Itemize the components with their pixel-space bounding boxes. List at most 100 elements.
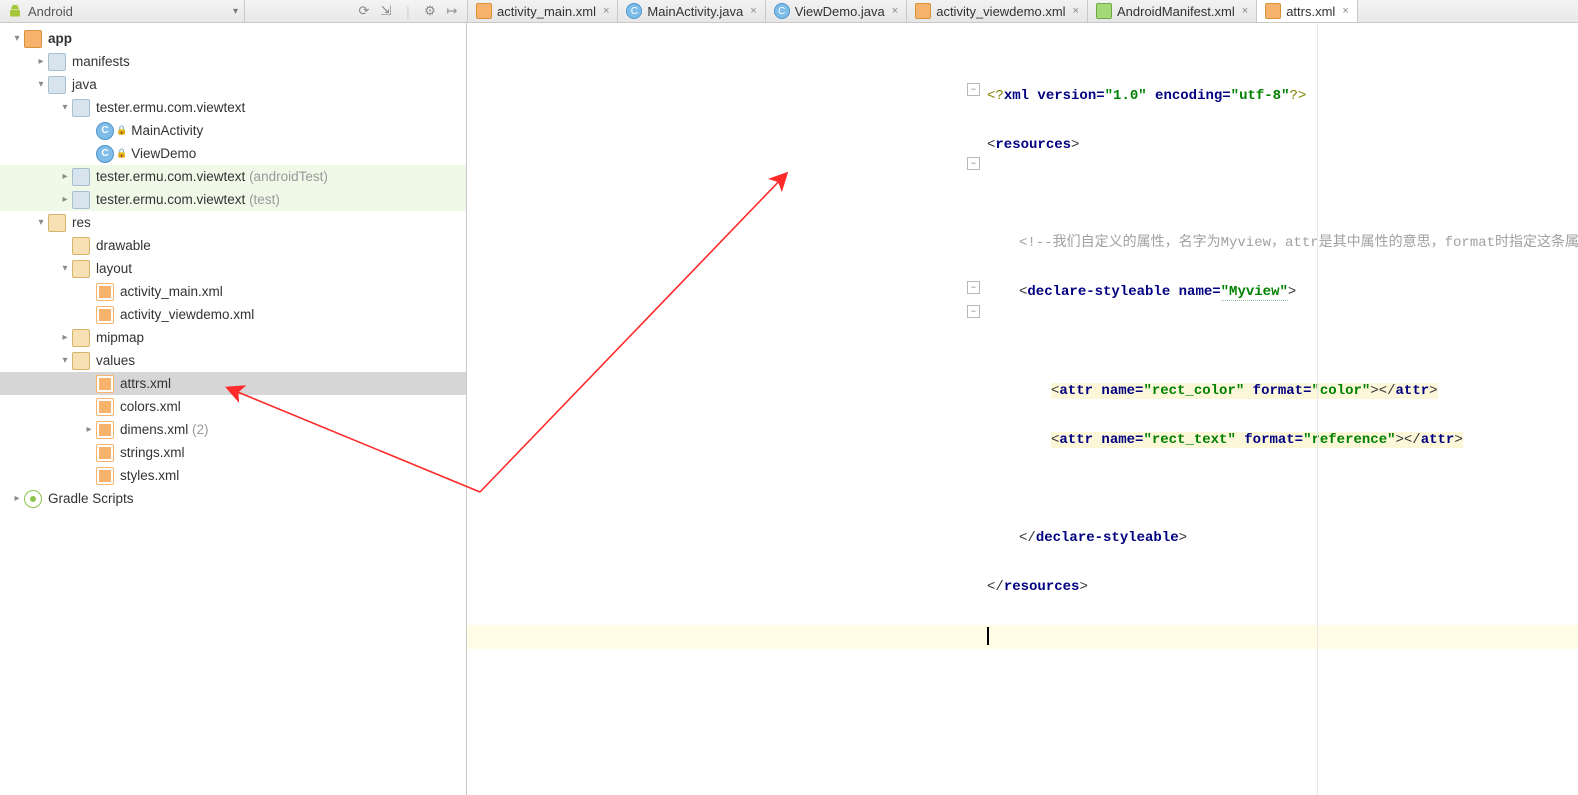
chevron-down-icon: ▾ — [10, 27, 24, 50]
tree-node-dimens[interactable]: ▸ dimens.xml (2) — [0, 418, 466, 441]
tab-main-activity[interactable]: C MainActivity.java × — [618, 0, 765, 22]
tree-label: activity_main.xml — [120, 280, 223, 303]
project-tree[interactable]: ▾app ▸manifests ▾java ▾tester.ermu.com.v… — [0, 23, 467, 795]
folder-icon — [72, 260, 90, 278]
tree-node-res[interactable]: ▾res — [0, 211, 466, 234]
tab-label: activity_viewdemo.xml — [936, 4, 1065, 19]
folder-icon — [72, 237, 90, 255]
xml-file-icon — [96, 421, 114, 439]
tab-manifest[interactable]: AndroidManifest.xml × — [1088, 0, 1257, 22]
tree-label: java — [72, 73, 97, 96]
tree-node-app[interactable]: ▾ app — [0, 27, 466, 50]
class-icon: C — [96, 122, 114, 140]
close-icon[interactable]: × — [1073, 5, 1079, 17]
module-selector[interactable]: Android ▾ — [0, 0, 245, 22]
tree-node-pkg-main[interactable]: ▾ tester.ermu.com.viewtext — [0, 96, 466, 119]
folder-icon — [72, 352, 90, 370]
tree-label: values — [96, 349, 135, 372]
module-icon — [24, 30, 42, 48]
tree-label: mipmap — [96, 326, 144, 349]
right-margin-guide — [1317, 23, 1318, 795]
package-icon — [72, 99, 90, 117]
tree-leaf-layout-main[interactable]: activity_main.xml — [0, 280, 466, 303]
tab-label: attrs.xml — [1286, 4, 1335, 19]
tree-label: tester.ermu.com.viewtext (androidTest) — [96, 165, 328, 188]
tree-node-manifests[interactable]: ▸manifests — [0, 50, 466, 73]
tree-leaf-colors[interactable]: colors.xml — [0, 395, 466, 418]
tree-label: MainActivity — [131, 119, 203, 142]
folder-icon — [72, 329, 90, 347]
folder-icon — [48, 76, 66, 94]
lock-icon: 🔒 — [116, 142, 127, 165]
close-icon[interactable]: × — [892, 5, 898, 17]
tab-label: activity_main.xml — [497, 4, 596, 19]
code-editor[interactable]: − − − − <?xml version="1.0" encoding="ut… — [467, 23, 1578, 795]
pin-icon[interactable]: ↦ — [443, 2, 461, 20]
top-toolbar: Android ▾ ⟳ ⇲ | ⚙ ↦ activity_main.xml × … — [0, 0, 1578, 23]
xml-file-icon — [96, 283, 114, 301]
gear-icon[interactable]: ⚙ — [421, 2, 439, 20]
tab-label: ViewDemo.java — [795, 4, 885, 19]
tree-label: styles.xml — [120, 464, 179, 487]
chevron-down-icon: ▾ — [58, 96, 72, 119]
chevron-right-icon: ▸ — [10, 487, 24, 510]
class-icon: C — [96, 145, 114, 163]
tree-node-layout[interactable]: ▾layout — [0, 257, 466, 280]
package-icon — [72, 191, 90, 209]
divider: | — [399, 2, 417, 20]
tree-leaf-styles[interactable]: styles.xml — [0, 464, 466, 487]
tab-activity-main[interactable]: activity_main.xml × — [468, 0, 618, 22]
tree-leaf-viewdemo[interactable]: C🔒ViewDemo — [0, 142, 466, 165]
res-folder-icon — [48, 214, 66, 232]
sync-icon[interactable]: ⟳ — [355, 2, 373, 20]
tree-label: app — [48, 27, 72, 50]
tree-leaf-attrs[interactable]: attrs.xml — [0, 372, 466, 395]
tree-node-java[interactable]: ▾java — [0, 73, 466, 96]
tab-label: MainActivity.java — [647, 4, 743, 19]
tree-label: ViewDemo — [131, 142, 196, 165]
chevron-down-icon: ▾ — [34, 211, 48, 234]
xml-file-icon — [915, 3, 931, 19]
xml-file-icon — [96, 375, 114, 393]
tree-label: attrs.xml — [120, 372, 171, 395]
tree-label: drawable — [96, 234, 151, 257]
package-icon — [72, 168, 90, 186]
tree-node-pkg-androidtest[interactable]: ▸tester.ermu.com.viewtext (androidTest) — [0, 165, 466, 188]
tree-leaf-mainactivity[interactable]: C🔒MainActivity — [0, 119, 466, 142]
chevron-down-icon: ▾ — [58, 349, 72, 372]
tree-leaf-strings[interactable]: strings.xml — [0, 441, 466, 464]
gradle-icon — [24, 490, 42, 508]
tree-label: strings.xml — [120, 441, 185, 464]
module-selector-label: Android — [28, 4, 73, 19]
chevron-right-icon: ▸ — [82, 418, 96, 441]
tree-node-mipmap[interactable]: ▸ mipmap — [0, 326, 466, 349]
xml-file-icon — [1265, 3, 1281, 19]
tab-activity-viewdemo[interactable]: activity_viewdemo.xml × — [907, 0, 1088, 22]
close-icon[interactable]: × — [1342, 5, 1348, 17]
tree-node-drawable[interactable]: drawable — [0, 234, 466, 257]
editor-tabs: activity_main.xml × C MainActivity.java … — [468, 0, 1578, 22]
tree-node-pkg-test[interactable]: ▸ tester.ermu.com.viewtext (test) — [0, 188, 466, 211]
collapse-icon[interactable]: ⇲ — [377, 2, 395, 20]
tree-label: dimens.xml (2) — [120, 418, 209, 441]
xml-file-icon — [96, 444, 114, 462]
xml-file-icon — [96, 467, 114, 485]
manifest-file-icon — [1096, 3, 1112, 19]
tree-node-values[interactable]: ▾ values — [0, 349, 466, 372]
xml-file-icon — [96, 398, 114, 416]
close-icon[interactable]: × — [1242, 5, 1248, 17]
chevron-down-icon: ▾ — [58, 257, 72, 280]
chevron-right-icon: ▸ — [58, 326, 72, 349]
chevron-down-icon: ▾ — [233, 6, 238, 17]
tab-view-demo[interactable]: C ViewDemo.java × — [766, 0, 908, 22]
tree-label: tester.ermu.com.viewtext — [96, 96, 245, 119]
close-icon[interactable]: × — [750, 5, 756, 17]
chevron-right-icon: ▸ — [58, 188, 72, 211]
close-icon[interactable]: × — [603, 5, 609, 17]
tree-leaf-layout-viewdemo[interactable]: activity_viewdemo.xml — [0, 303, 466, 326]
tree-label: Gradle Scripts — [48, 487, 134, 510]
tree-label: colors.xml — [120, 395, 181, 418]
tab-attrs[interactable]: attrs.xml × — [1257, 0, 1358, 22]
tree-label: tester.ermu.com.viewtext (test) — [96, 188, 280, 211]
tree-node-gradle[interactable]: ▸ Gradle Scripts — [0, 487, 466, 510]
